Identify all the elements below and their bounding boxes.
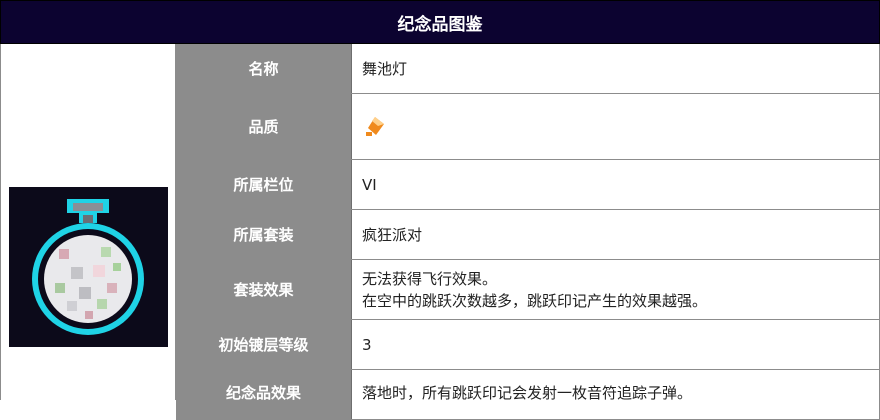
row-label: 纪念品效果 xyxy=(176,370,352,419)
row-value: 落地时，所有跳跃印记会发射一枚音符追踪子弹。 xyxy=(352,370,880,419)
row-value: 疯狂派对 xyxy=(352,210,880,259)
row-set: 所属套装 疯狂派对 xyxy=(176,210,880,260)
set-effect-line-1: 无法获得飞行效果。 xyxy=(362,269,498,288)
row-label: 名称 xyxy=(176,44,352,93)
row-value xyxy=(352,94,880,159)
row-value: 3 xyxy=(352,320,880,369)
row-slot: 所属栏位 VI xyxy=(176,160,880,210)
row-value: VI xyxy=(352,160,880,209)
row-name: 名称 舞池灯 xyxy=(176,44,880,94)
row-label: 所属套装 xyxy=(176,210,352,259)
row-label: 套装效果 xyxy=(176,260,352,319)
disco-lamp-icon xyxy=(9,187,168,347)
row-value: 无法获得飞行效果。 在空中的跳跃次数越多，跳跃印记产生的效果越强。 xyxy=(352,260,880,319)
orange-quality-gem-icon xyxy=(362,114,388,140)
row-souvenir-effect: 纪念品效果 落地时，所有跳跃印记会发射一枚音符追踪子弹。 xyxy=(176,370,880,420)
row-plating-level: 初始镀层等级 3 xyxy=(176,320,880,370)
row-label: 初始镀层等级 xyxy=(176,320,352,369)
set-effect-line-2: 在空中的跳跃次数越多，跳跃印记产生的效果越强。 xyxy=(362,291,708,310)
row-set-effect: 套装效果 无法获得飞行效果。 在空中的跳跃次数越多，跳跃印记产生的效果越强。 xyxy=(176,260,880,320)
row-label: 品质 xyxy=(176,94,352,159)
item-image-cell xyxy=(0,44,176,400)
table-title: 纪念品图鉴 xyxy=(0,0,880,44)
row-value: 舞池灯 xyxy=(352,44,880,93)
row-quality: 品质 xyxy=(176,94,880,160)
row-label: 所属栏位 xyxy=(176,160,352,209)
